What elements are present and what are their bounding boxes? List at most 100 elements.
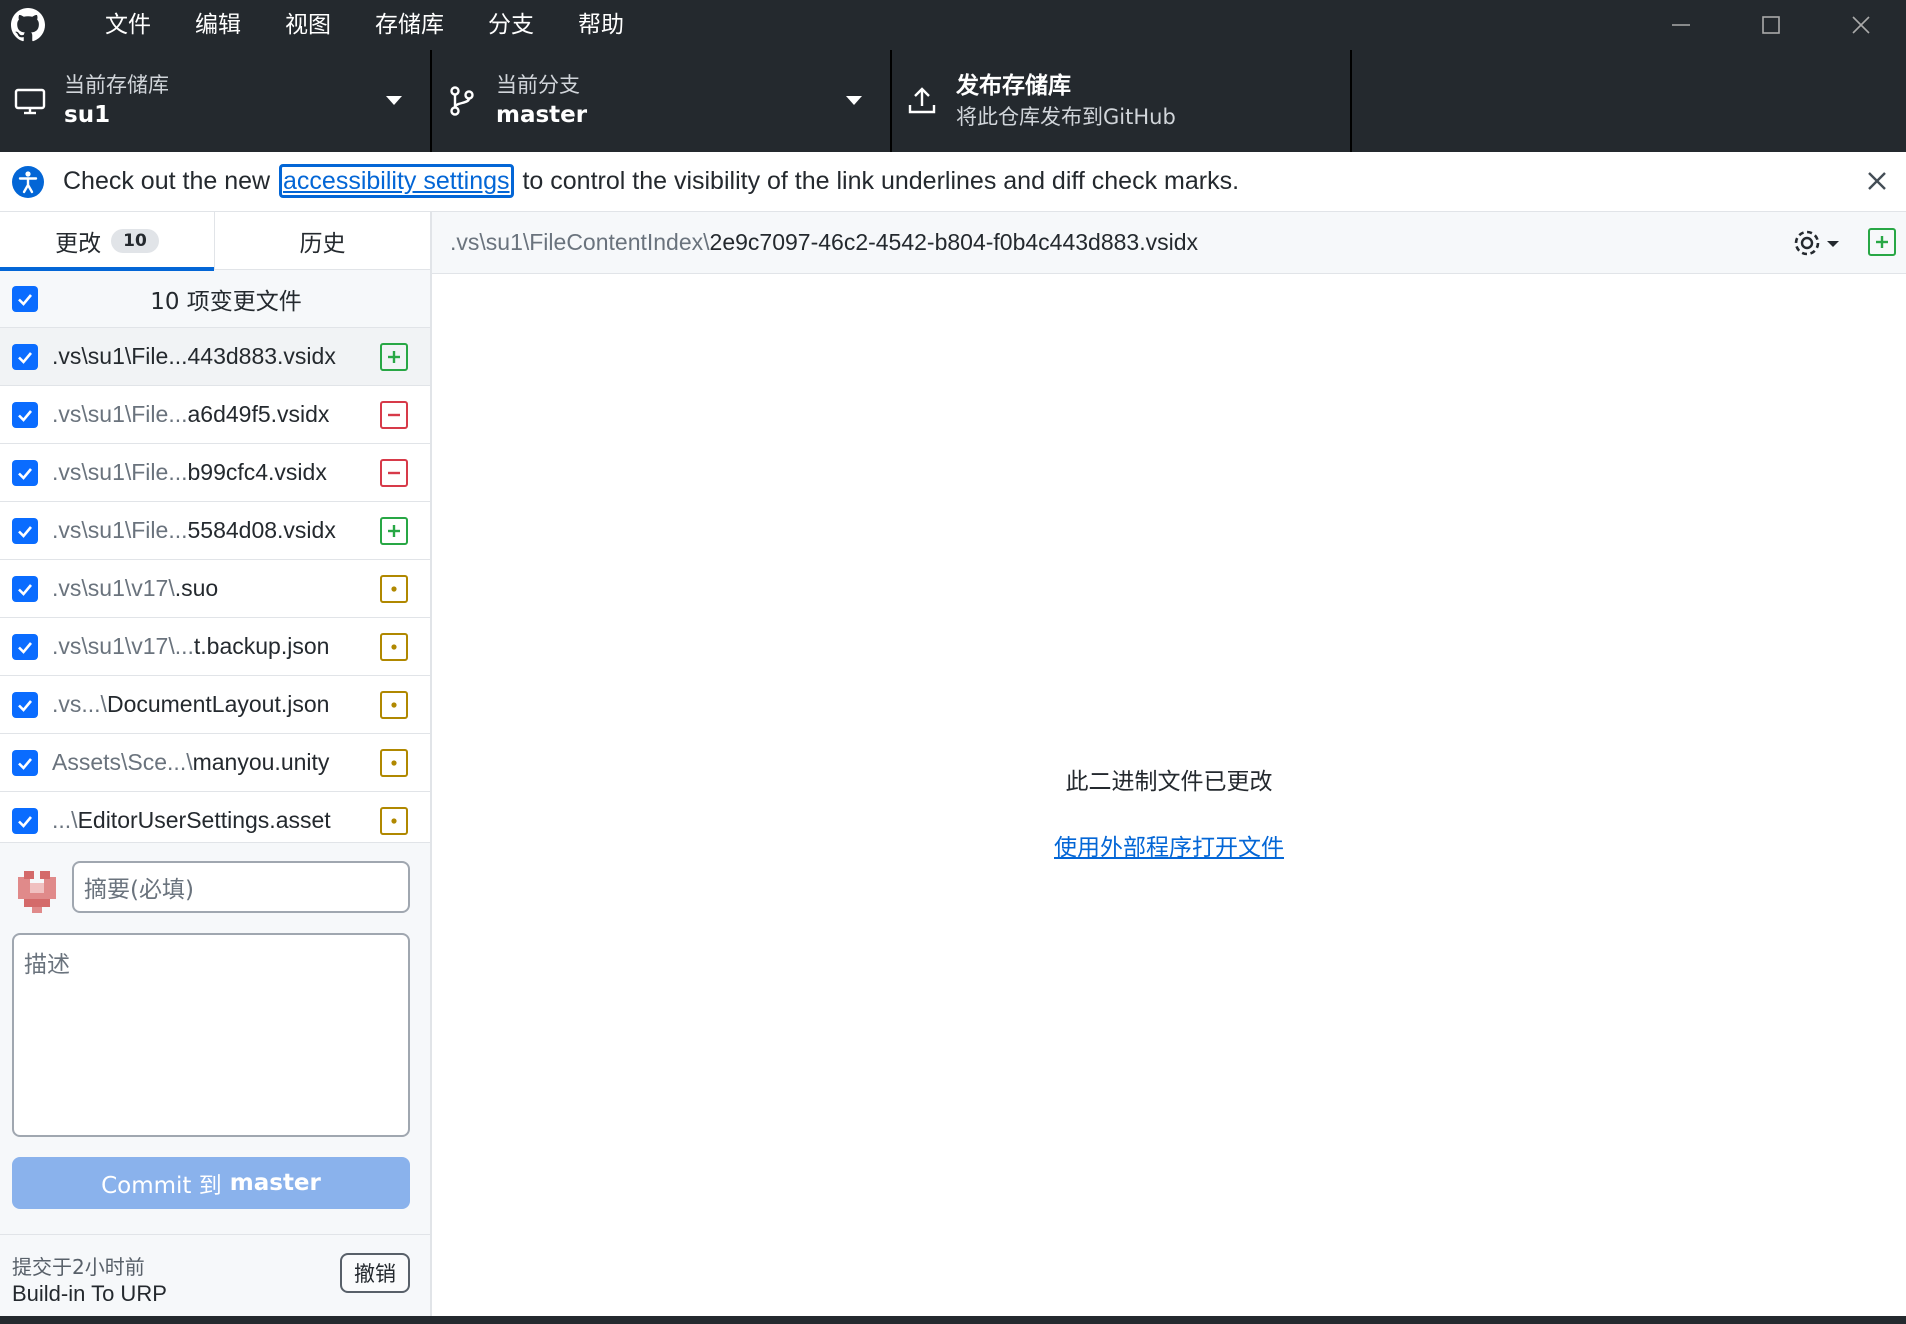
current-repository-button[interactable]: 当前存储库 su1 xyxy=(0,50,432,152)
avatar xyxy=(14,869,60,915)
current-branch-button[interactable]: 当前分支 master xyxy=(432,50,892,152)
changed-files-count: 10 项变更文件 xyxy=(150,288,302,315)
chevron-down-icon xyxy=(846,96,862,105)
file-path-dir: .vs\su1\v17\... xyxy=(52,633,194,659)
branch-icon xyxy=(442,81,482,121)
accessibility-banner: Check out the new accessibility settings… xyxy=(0,152,1906,212)
file-path: .vs\su1\File...a6d49f5.vsidx xyxy=(52,401,380,428)
select-all-checkbox[interactable] xyxy=(12,285,38,312)
file-path-name: .suo xyxy=(174,575,219,601)
file-row[interactable]: .vs...\DocumentLayout.json xyxy=(0,676,430,734)
branch-label: 当前分支 xyxy=(496,73,580,97)
chevron-down-icon xyxy=(386,96,402,105)
file-row[interactable]: .vs\su1\File...b99cfc4.vsidx xyxy=(0,444,430,502)
file-path: .vs\su1\File...b99cfc4.vsidx xyxy=(52,459,380,486)
file-path: ...\EditorUserSettings.asset xyxy=(52,807,380,834)
file-modified-icon xyxy=(380,574,408,603)
publish-title: 发布存储库 xyxy=(956,73,1071,99)
repository-name: su1 xyxy=(64,102,111,128)
file-path-dir: .vs\su1\File... xyxy=(52,401,188,427)
publish-text: 发布存储库 将此仓库发布到GitHub xyxy=(956,70,1176,132)
menu-edit[interactable]: 编辑 xyxy=(173,0,263,50)
file-path: Assets\Sce...\manyou.unity xyxy=(52,749,380,776)
file-checkbox[interactable] xyxy=(12,749,38,776)
last-commit-title: Build-in To URP xyxy=(12,1281,167,1306)
sidebar-tabs: 更改 10 历史 xyxy=(0,212,430,271)
file-path-dir: .vs...\ xyxy=(52,691,107,717)
chevron-down-icon xyxy=(1827,241,1839,247)
close-window-icon[interactable] xyxy=(1816,0,1906,50)
summary-input[interactable]: 摘要(必填) xyxy=(72,861,410,913)
tab-changes-label: 更改 xyxy=(55,231,102,257)
file-added-icon xyxy=(380,516,408,545)
menu-branch[interactable]: 分支 xyxy=(466,0,556,50)
file-path-name: a6d49f5.vsidx xyxy=(187,401,330,427)
file-checkbox[interactable] xyxy=(12,517,38,544)
file-modified-icon xyxy=(380,690,408,719)
file-path-name: EditorUserSettings.asset xyxy=(77,807,331,833)
title-bar: 文件 编辑 视图 存储库 分支 帮助 xyxy=(0,0,1906,50)
tab-history-label: 历史 xyxy=(299,231,346,257)
banner-message: Check out the new accessibility settings… xyxy=(63,164,1240,198)
menu-view[interactable]: 视图 xyxy=(263,0,353,50)
file-row[interactable]: .vs\su1\v17\...t.backup.json xyxy=(0,618,430,676)
commit-message-area: 摘要(必填) 描述 Commit 到 master xyxy=(0,842,430,1234)
repository-label: 当前存储库 xyxy=(64,73,169,97)
upload-icon xyxy=(902,81,942,121)
commit-button-branch: master xyxy=(229,1170,321,1196)
file-path: .vs\su1\File...5584d08.vsidx xyxy=(52,517,380,544)
file-row[interactable]: Assets\Sce...\manyou.unity xyxy=(0,734,430,792)
file-path: .vs\su1\v17\...t.backup.json xyxy=(52,633,380,660)
diff-options-button[interactable] xyxy=(1790,226,1850,260)
file-path-dir: .vs\su1\File... xyxy=(52,343,188,369)
menu-file[interactable]: 文件 xyxy=(83,0,173,50)
file-path-name: 443d883.vsidx xyxy=(187,343,336,369)
file-path-dir: .vs\su1\File... xyxy=(52,517,188,543)
file-checkbox[interactable] xyxy=(12,343,38,370)
file-checkbox[interactable] xyxy=(12,575,38,602)
file-row[interactable]: .vs\su1\File...443d883.vsidx xyxy=(0,328,430,386)
bottom-edge xyxy=(0,1316,1906,1324)
file-row[interactable]: .vs\su1\File...a6d49f5.vsidx xyxy=(0,386,430,444)
desktop-icon xyxy=(10,81,50,121)
gear-icon xyxy=(1794,230,1820,256)
file-row[interactable]: .vs\su1\File...5584d08.vsidx xyxy=(0,502,430,560)
tab-history[interactable]: 历史 xyxy=(215,212,430,270)
minimize-icon[interactable] xyxy=(1636,0,1726,50)
file-added-icon xyxy=(380,342,408,371)
branch-text: 当前分支 master xyxy=(496,71,587,131)
menu-help[interactable]: 帮助 xyxy=(556,0,646,50)
diff-file-dir: .vs\su1\FileContentIndex\ xyxy=(450,229,710,255)
changed-files-list: .vs\su1\File...443d883.vsidx .vs\su1\Fil… xyxy=(0,328,430,850)
close-icon[interactable] xyxy=(1862,166,1892,196)
description-input[interactable]: 描述 xyxy=(12,933,410,1137)
commit-button[interactable]: Commit 到 master xyxy=(12,1157,410,1209)
banner-suffix: to control the visibility of the link un… xyxy=(522,167,1240,195)
github-desktop-window: 文件 编辑 视图 存储库 分支 帮助 当前存储库 su1 当前分支 master… xyxy=(0,0,1906,1324)
maximize-icon[interactable] xyxy=(1726,0,1816,50)
file-deleted-icon xyxy=(380,458,408,487)
file-checkbox[interactable] xyxy=(12,691,38,718)
file-path-name: 5584d08.vsidx xyxy=(187,517,336,543)
file-modified-icon xyxy=(380,748,408,777)
file-path: .vs\su1\v17\.suo xyxy=(52,575,380,602)
changes-count-badge: 10 xyxy=(111,229,159,253)
file-path: .vs\su1\File...443d883.vsidx xyxy=(52,343,380,370)
diff-file-path: .vs\su1\FileContentIndex\2e9c7097-46c2-4… xyxy=(450,229,1198,256)
undo-button[interactable]: 撤销 xyxy=(340,1253,410,1293)
tab-changes[interactable]: 更改 10 xyxy=(0,212,215,271)
file-checkbox[interactable] xyxy=(12,633,38,660)
accessibility-settings-link[interactable]: accessibility settings xyxy=(279,164,514,198)
file-path-dir: ...\ xyxy=(52,807,78,833)
open-external-link[interactable]: 使用外部程序打开文件 xyxy=(432,828,1906,862)
file-checkbox[interactable] xyxy=(12,401,38,428)
menu-repository[interactable]: 存储库 xyxy=(353,0,466,50)
file-row[interactable]: .vs\su1\v17\.suo xyxy=(0,560,430,618)
publish-repository-button[interactable]: 发布存储库 将此仓库发布到GitHub xyxy=(892,50,1352,152)
file-checkbox[interactable] xyxy=(12,807,38,834)
file-checkbox[interactable] xyxy=(12,459,38,486)
github-logo-icon xyxy=(10,7,46,43)
file-path-dir: Assets\Sce...\ xyxy=(52,749,193,775)
diff-view: 此二进制文件已更改 使用外部程序打开文件 xyxy=(432,274,1906,1316)
banner-prefix: Check out the new xyxy=(63,167,271,195)
